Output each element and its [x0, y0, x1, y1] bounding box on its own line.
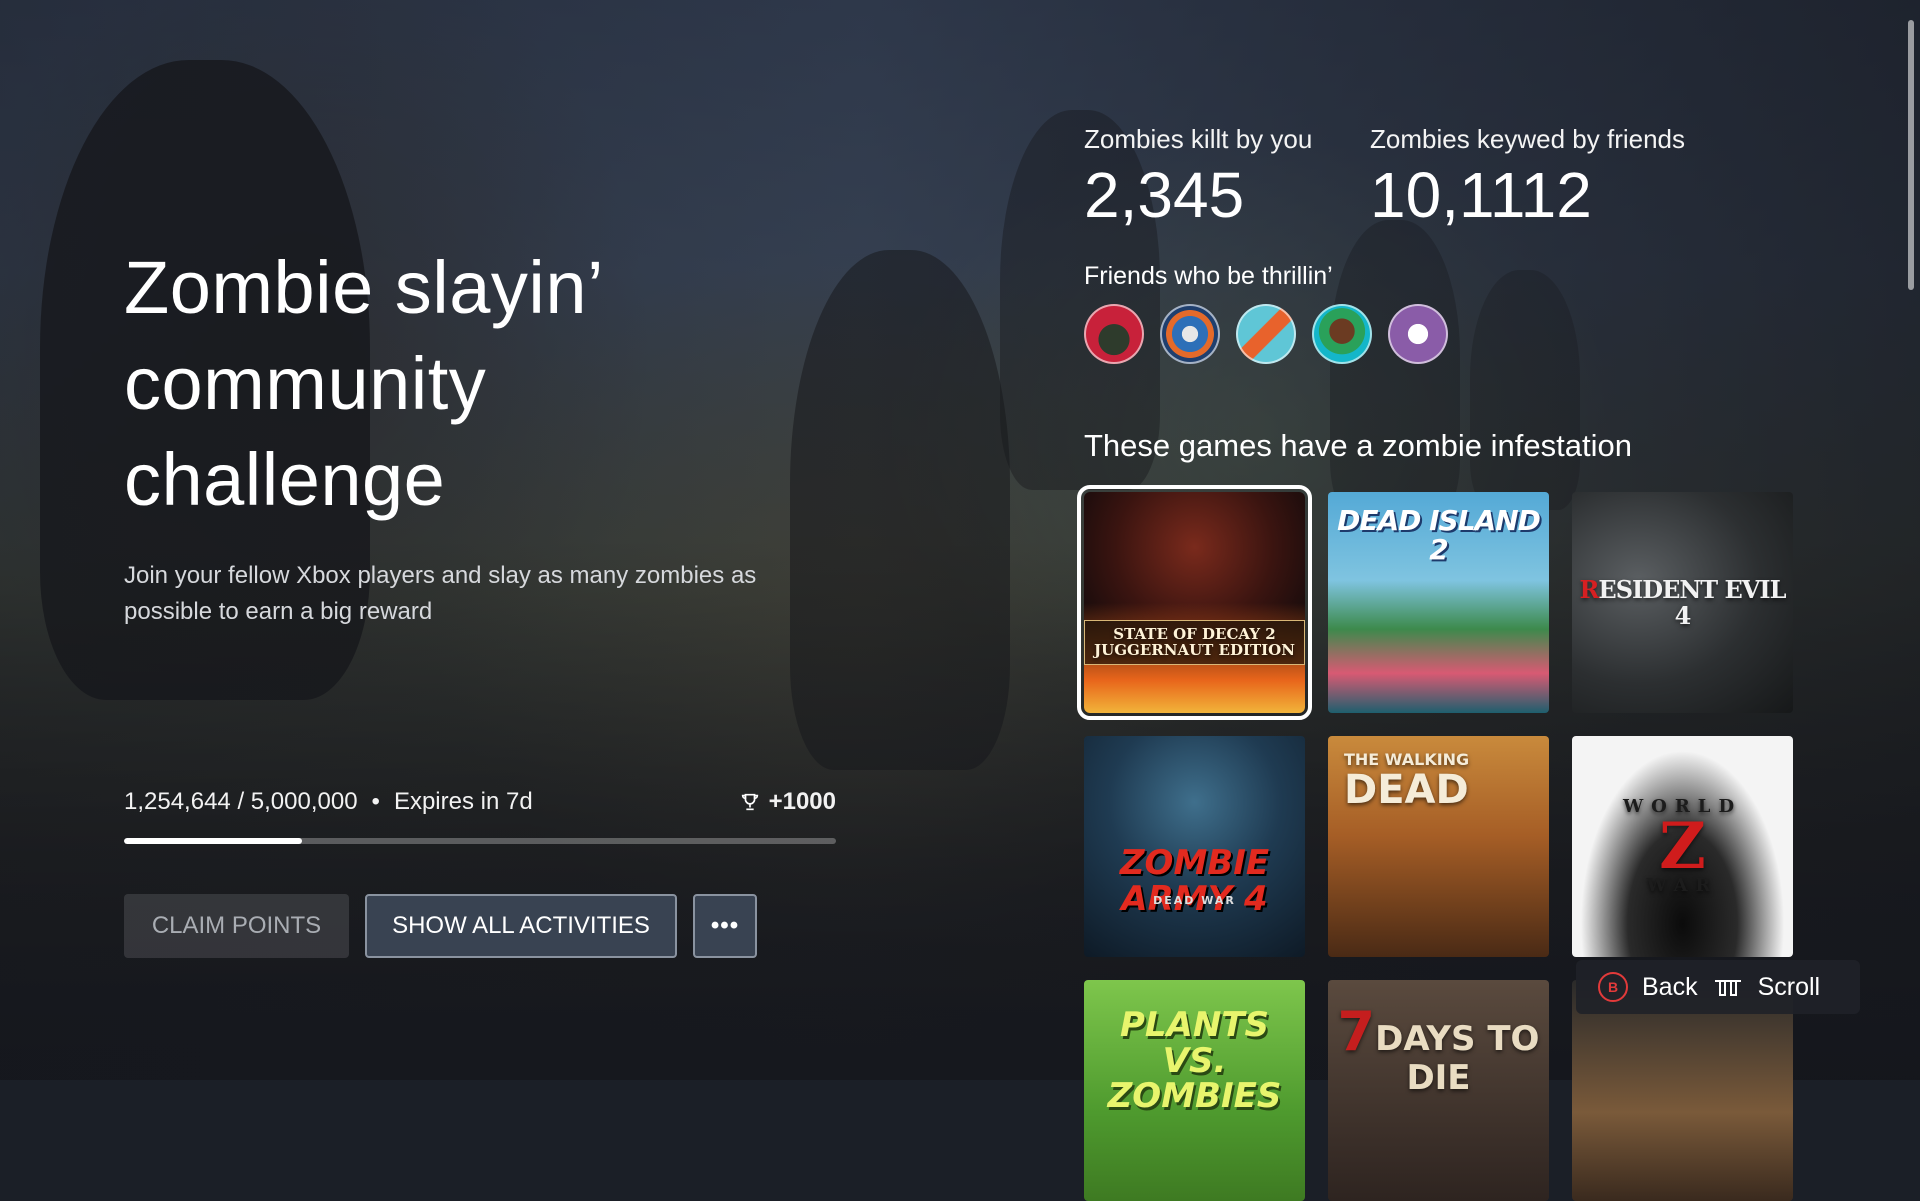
trigger-icon [1714, 980, 1741, 996]
b-button-icon: B [1598, 972, 1628, 1002]
more-options-button[interactable]: ••• [693, 894, 757, 958]
friend-avatars [1084, 304, 1448, 364]
game-tile-title: WORLD Z WAR [1622, 795, 1743, 896]
game-tile-title: 7DAYS TO DIE [1337, 1000, 1540, 1098]
friend-avatar[interactable] [1084, 304, 1144, 364]
stat-friends-value: 10,1112 [1370, 159, 1592, 231]
trophy-icon [741, 793, 758, 811]
progress-row: 1,254,644 / 5,000,000 • Expires in 7d +1… [124, 788, 836, 816]
game-tile-plants-vs-zombies[interactable]: PLANTS VS. ZOMBIES [1084, 980, 1305, 1201]
stat-you: Zombies killt by you 2,345 [1084, 124, 1312, 231]
game-tile-dead-island-2[interactable]: DEAD ISLAND 2 [1328, 492, 1549, 713]
game-tile-7-days-to-die[interactable]: 7DAYS TO DIE [1328, 980, 1549, 1201]
game-tile-title: THE WALKING DEAD [1344, 750, 1470, 813]
reward: +1000 [739, 788, 836, 816]
reward-points: +1000 [768, 788, 836, 815]
games-grid: STATE OF DECAY 2 JUGGERNAUT EDITION DEAD… [1077, 485, 1793, 1201]
friends-label: Friends who be thrillin’ [1084, 262, 1333, 290]
friend-avatar[interactable] [1388, 304, 1448, 364]
show-all-activities-button[interactable]: SHOW ALL ACTIVITIES [365, 894, 677, 958]
game-tile-title: RESIDENT EVIL 4 [1579, 575, 1786, 630]
controller-hints: B Back Scroll [1576, 960, 1860, 1014]
scrollbar[interactable] [1908, 20, 1914, 290]
game-tile-zombie-army-4[interactable]: ZOMBIE ARMY 4 DEAD WAR [1084, 736, 1305, 957]
game-tile-subtitle: DEAD WAR [1153, 894, 1236, 907]
claim-points-button[interactable]: CLAIM POINTS [124, 894, 349, 958]
game-tile-state-of-decay-2[interactable]: STATE OF DECAY 2 JUGGERNAUT EDITION [1077, 485, 1312, 720]
challenge-description: Join your fellow Xbox players and slay a… [124, 562, 757, 625]
game-tile-title: PLANTS VS. ZOMBIES [1107, 1005, 1282, 1117]
game-tile-the-walking-dead[interactable]: THE WALKING DEAD [1328, 736, 1549, 957]
game-tile-resident-evil-4[interactable]: RESIDENT EVIL 4 [1572, 492, 1793, 713]
game-tile-title: DEAD ISLAND 2 [1337, 504, 1541, 567]
progress-count: 1,254,644 / 5,000,000 [124, 788, 358, 815]
progress-bar [124, 838, 836, 844]
separator-dot: • [371, 788, 380, 815]
friend-avatar[interactable] [1236, 304, 1296, 364]
game-tile-title: STATE OF DECAY 2 JUGGERNAUT EDITION [1084, 619, 1305, 666]
stat-you-value: 2,345 [1084, 159, 1245, 231]
stat-friends-label: Zombies keywed by friends [1370, 124, 1686, 154]
progress-bar-fill [124, 838, 302, 844]
stat-friends: Zombies keywed by friends 10,1112 [1370, 124, 1685, 231]
challenge-title: Zombie slayin’ community challenge [124, 246, 602, 521]
friend-avatar[interactable] [1160, 304, 1220, 364]
friend-avatar[interactable] [1312, 304, 1372, 364]
scroll-hint[interactable]: Scroll [1758, 973, 1821, 1002]
expires-text: Expires in 7d [393, 788, 533, 815]
stat-you-label: Zombies killt by you [1084, 124, 1313, 154]
back-hint[interactable]: Back [1642, 973, 1698, 1002]
game-tile-world-war-z[interactable]: WORLD Z WAR [1572, 736, 1793, 957]
game-tile-title: ZOMBIE ARMY 4 [1119, 842, 1270, 919]
games-heading: These games have a zombie infestation [1084, 428, 1632, 463]
